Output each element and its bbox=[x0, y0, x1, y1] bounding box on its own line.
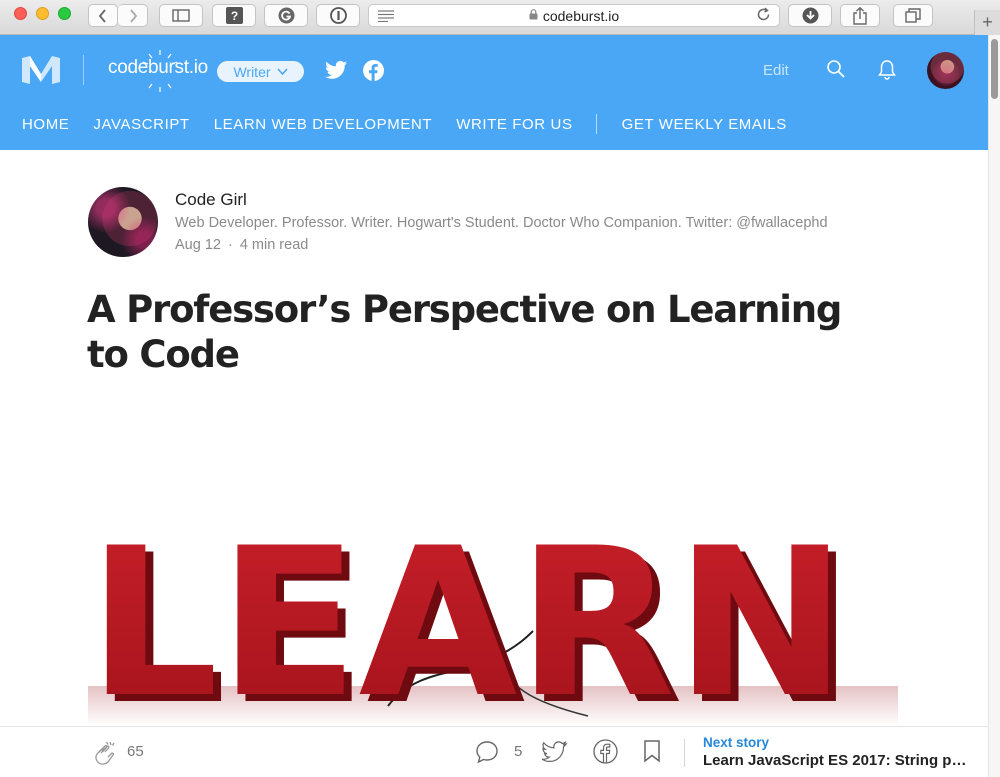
address-bar[interactable]: codeburst.io bbox=[368, 4, 780, 27]
share-button[interactable] bbox=[840, 4, 880, 27]
publication-nav: HOME JAVASCRIPT LEARN WEB DEVELOPMENT WR… bbox=[22, 114, 811, 134]
next-story-label[interactable]: Next story bbox=[703, 735, 769, 750]
reload-icon[interactable] bbox=[756, 7, 771, 25]
search-icon[interactable] bbox=[826, 59, 846, 79]
author-bio: Web Developer. Professor. Writer. Hogwar… bbox=[175, 215, 828, 231]
bookmark-icon[interactable] bbox=[643, 739, 661, 763]
edit-link[interactable]: Edit bbox=[763, 62, 789, 79]
page-scrollbar[interactable] bbox=[988, 35, 1000, 777]
twitter-icon[interactable] bbox=[325, 60, 347, 80]
action-bar-divider bbox=[684, 739, 685, 767]
lock-icon bbox=[529, 8, 538, 23]
close-window-button[interactable] bbox=[14, 7, 27, 20]
read-time: 4 min read bbox=[239, 237, 309, 253]
svg-text:?: ? bbox=[230, 9, 237, 23]
new-tab-icon: + bbox=[982, 12, 993, 32]
forward-button[interactable] bbox=[118, 4, 148, 27]
nav-home[interactable]: HOME bbox=[22, 116, 69, 133]
downloads-button[interactable] bbox=[788, 4, 832, 27]
scrollbar-thumb[interactable] bbox=[991, 39, 998, 99]
reader-icon[interactable] bbox=[378, 9, 394, 25]
clap-icon[interactable] bbox=[92, 740, 118, 766]
new-tab-button[interactable]: + bbox=[974, 10, 1000, 35]
nav-divider bbox=[595, 114, 597, 134]
tabs-button[interactable] bbox=[893, 4, 933, 27]
minimize-window-button[interactable] bbox=[36, 7, 49, 20]
user-avatar[interactable] bbox=[927, 52, 964, 89]
zoom-window-button[interactable] bbox=[58, 7, 71, 20]
hero-image: LEARN LEARN bbox=[88, 536, 898, 726]
back-icon bbox=[98, 8, 106, 23]
grammarly-button[interactable] bbox=[264, 4, 308, 27]
sidebar-button[interactable] bbox=[159, 4, 203, 27]
share-twitter-icon[interactable] bbox=[542, 740, 568, 764]
help-extension-icon: ? bbox=[225, 7, 243, 24]
browser-toolbar: ? codeburst.io + bbox=[0, 0, 1000, 35]
share-facebook-icon[interactable] bbox=[593, 739, 618, 764]
article-title: A Professor’s Perspective on Learning to… bbox=[87, 288, 842, 376]
share-icon bbox=[853, 6, 867, 25]
hero-learn-text: LEARN bbox=[88, 536, 847, 726]
chevron-down-icon bbox=[276, 68, 288, 75]
back-button[interactable] bbox=[88, 4, 118, 27]
writer-role-button[interactable]: Writer bbox=[217, 61, 304, 82]
header-divider bbox=[83, 55, 84, 85]
article-meta: Aug 12 · 4 min read bbox=[175, 237, 308, 253]
writer-label: Writer bbox=[233, 63, 271, 80]
grammarly-icon bbox=[278, 7, 294, 24]
onepassword-icon bbox=[329, 7, 347, 24]
article-action-bar: 65 5 Next story Learn JavaScript ES 2017… bbox=[0, 726, 988, 777]
author-avatar[interactable] bbox=[88, 187, 158, 257]
nav-write-for-us[interactable]: WRITE FOR US bbox=[456, 116, 572, 133]
responses-count[interactable]: 5 bbox=[514, 743, 522, 760]
nav-javascript[interactable]: JAVASCRIPT bbox=[93, 116, 189, 133]
meta-separator: · bbox=[227, 237, 233, 253]
site-header: codeburst.io Writer Edit HOME JAVASCRIPT… bbox=[0, 35, 988, 150]
downloads-icon bbox=[802, 7, 818, 24]
facebook-icon[interactable] bbox=[363, 60, 384, 81]
publication-logo[interactable]: codeburst.io bbox=[108, 57, 208, 79]
url-text: codeburst.io bbox=[542, 7, 620, 24]
next-story-title[interactable]: Learn JavaScript ES 2017: String padding bbox=[703, 752, 973, 769]
nav-learn-web-development[interactable]: LEARN WEB DEVELOPMENT bbox=[214, 116, 432, 133]
medium-logo-icon[interactable] bbox=[22, 56, 60, 84]
clap-count[interactable]: 65 bbox=[127, 743, 144, 760]
publish-date[interactable]: Aug 12 bbox=[175, 237, 221, 253]
notifications-bell-icon[interactable] bbox=[877, 59, 897, 81]
onepassword-button[interactable] bbox=[316, 4, 360, 27]
tabs-icon bbox=[905, 7, 921, 23]
sidebar-icon bbox=[172, 9, 190, 22]
forward-icon bbox=[129, 8, 137, 23]
help-extension-button[interactable]: ? bbox=[212, 4, 256, 27]
author-name[interactable]: Code Girl bbox=[175, 190, 247, 210]
nav-get-weekly-emails[interactable]: GET WEEKLY EMAILS bbox=[622, 116, 787, 133]
responses-icon[interactable] bbox=[475, 740, 499, 764]
